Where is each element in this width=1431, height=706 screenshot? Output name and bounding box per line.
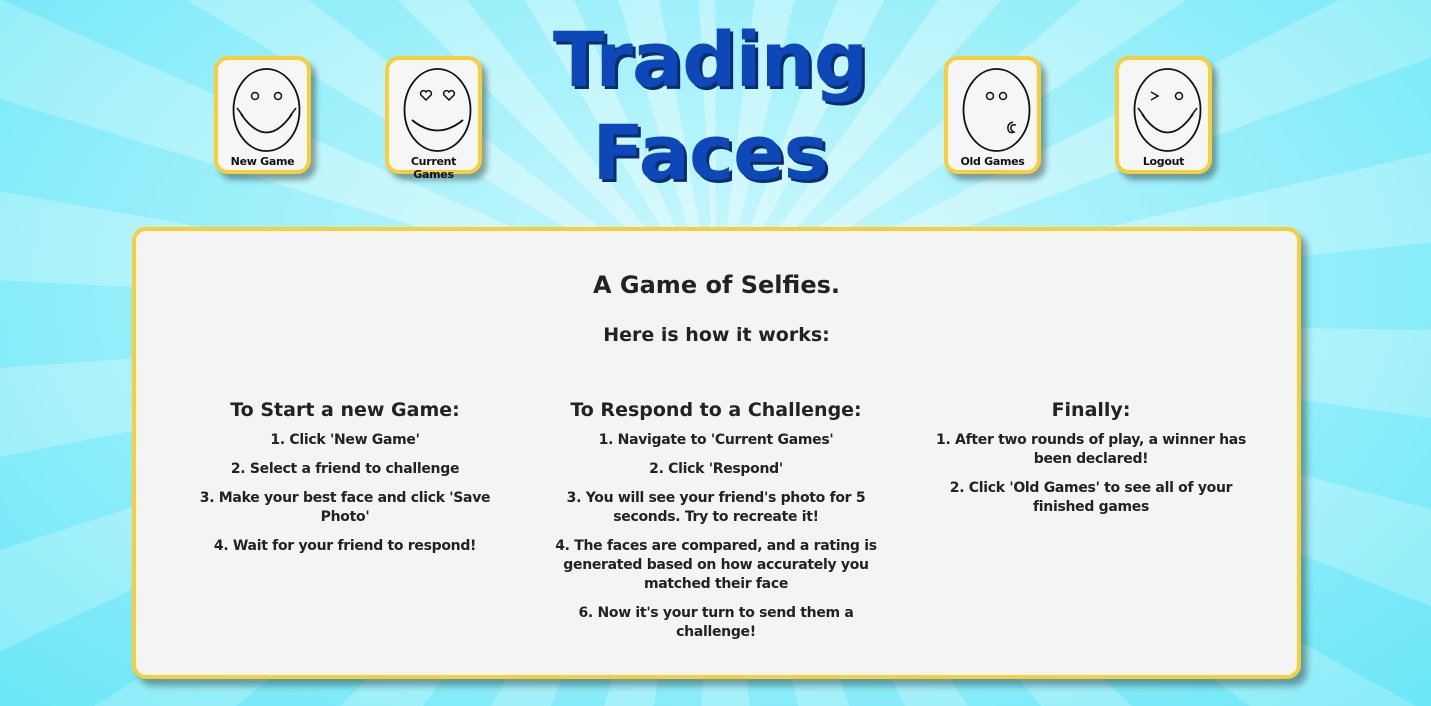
steps-list: 1. Click 'New Game' 2. Select a friend t… bbox=[180, 431, 510, 556]
old-games-button[interactable]: Old Games bbox=[944, 56, 1041, 174]
smile-icon bbox=[232, 68, 301, 152]
list-item: 1. After two rounds of play, a winner ha… bbox=[936, 432, 1246, 467]
old-games-label: Old Games bbox=[960, 155, 1025, 168]
wink-icon bbox=[1133, 68, 1202, 152]
list-item: 4. The faces are compared, and a rating … bbox=[555, 538, 877, 592]
kiss-icon bbox=[962, 68, 1031, 152]
list-item: 2. Click 'Respond' bbox=[649, 461, 783, 477]
logout-button[interactable]: Logout bbox=[1115, 56, 1212, 174]
finally-column: Finally: 1. After two rounds of play, a … bbox=[926, 399, 1256, 527]
app-title-line2: Faces bbox=[592, 108, 829, 197]
panel-subheading: Here is how it works: bbox=[603, 324, 830, 346]
list-item: 2. Click 'Old Games' to see all of your … bbox=[949, 480, 1233, 515]
column-title: To Respond to a Challenge: bbox=[570, 399, 862, 421]
column-title: To Start a new Game: bbox=[230, 399, 460, 421]
instructions-panel: A Game of Selfies. Here is how it works:… bbox=[132, 227, 1301, 679]
panel-heading: A Game of Selfies. bbox=[592, 271, 840, 299]
list-item: 6. Now it's your turn to send them a cha… bbox=[578, 605, 854, 640]
current-games-button[interactable]: Current Games bbox=[385, 56, 482, 181]
start-game-column: To Start a new Game: 1. Click 'New Game'… bbox=[180, 399, 510, 566]
list-item: 3. You will see your friend's photo for … bbox=[566, 490, 866, 525]
logout-label: Logout bbox=[1142, 155, 1185, 168]
list-item: 3. Make your best face and click 'Save P… bbox=[199, 490, 491, 525]
list-item: 1. Click 'New Game' bbox=[270, 432, 420, 448]
heart-eyes-icon bbox=[403, 68, 472, 152]
list-item: 2. Select a friend to challenge bbox=[230, 461, 460, 477]
respond-challenge-column: To Respond to a Challenge: 1. Navigate t… bbox=[551, 399, 881, 652]
steps-list: 1. After two rounds of play, a winner ha… bbox=[926, 431, 1256, 517]
list-item: 4. Wait for your friend to respond! bbox=[213, 538, 477, 554]
new-game-label: New Game bbox=[230, 155, 295, 168]
list-item: 1. Navigate to 'Current Games' bbox=[598, 432, 834, 448]
app-title-line1: Trading bbox=[552, 15, 868, 104]
column-title: Finally: bbox=[1051, 399, 1131, 421]
new-game-button[interactable]: New Game bbox=[214, 56, 311, 174]
steps-list: 1. Navigate to 'Current Games' 2. Click … bbox=[551, 431, 881, 642]
current-games-label: Current Games bbox=[410, 155, 457, 181]
